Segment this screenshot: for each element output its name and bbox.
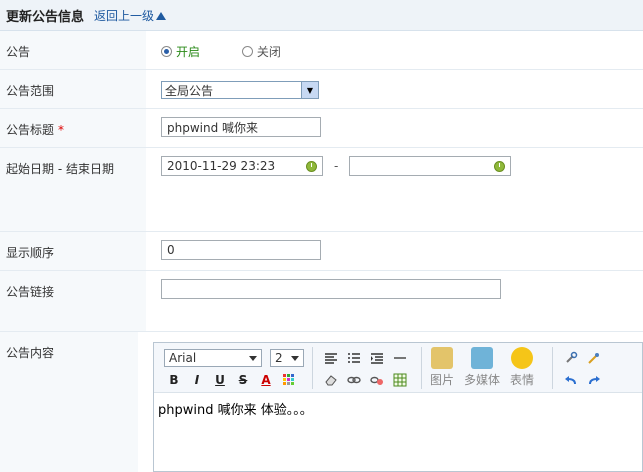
font-color-button[interactable]: A bbox=[256, 371, 276, 389]
link-label: 公告链接 bbox=[0, 271, 146, 331]
toolbar-divider bbox=[421, 347, 422, 389]
link-input[interactable] bbox=[161, 279, 501, 299]
size-select[interactable]: 2 bbox=[270, 349, 304, 367]
start-date-input[interactable]: 2010-11-29 23:23 bbox=[161, 156, 323, 176]
background-color-icon[interactable] bbox=[279, 371, 299, 389]
editor-content[interactable]: phpwind 喊你来 体验。。。 bbox=[154, 393, 642, 424]
clock-icon[interactable] bbox=[306, 160, 317, 172]
page-header: 更新公告信息 返回上一级 bbox=[0, 0, 643, 31]
radio-off-dot[interactable] bbox=[241, 46, 253, 57]
clock-icon[interactable] bbox=[494, 160, 506, 172]
page-title: 更新公告信息 bbox=[6, 9, 85, 25]
horizontal-rule-icon[interactable] bbox=[390, 349, 410, 367]
order-label: 显示顺序 bbox=[0, 232, 146, 270]
row-dates: 起始日期 - 结束日期 2010-11-29 23:23 - bbox=[0, 148, 643, 232]
radio-on-label: 开启 bbox=[176, 45, 201, 59]
chevron-down-icon[interactable]: ▼ bbox=[301, 82, 318, 98]
radio-off[interactable]: 关闭 bbox=[241, 43, 281, 60]
settings-icon[interactable] bbox=[561, 349, 581, 367]
insert-emoji-button[interactable]: 表情 bbox=[510, 347, 534, 392]
title-label: 公告标题 * bbox=[0, 109, 146, 147]
back-link-label: 返回上一级 bbox=[94, 8, 155, 23]
dates-field: 2010-11-29 23:23 - bbox=[146, 148, 643, 231]
font-value: Arial bbox=[169, 351, 197, 365]
row-status: 公告 开启 关闭 bbox=[0, 31, 643, 70]
redo-icon[interactable] bbox=[584, 371, 604, 389]
emoji-label: 表情 bbox=[510, 373, 535, 387]
order-input[interactable]: 0 bbox=[161, 240, 321, 260]
insert-media-button[interactable]: 多媒体 bbox=[464, 347, 500, 392]
date-separator: - bbox=[334, 158, 339, 173]
radio-off-label: 关闭 bbox=[256, 45, 281, 59]
scope-field: 全局公告 ▼ bbox=[146, 70, 643, 108]
format-group: Arial 2 B I U S A bbox=[164, 347, 304, 392]
rich-text-editor: Arial 2 B I U S A 图片 多媒体 表情 phpwind 喊你来 … bbox=[153, 342, 643, 472]
tools-icon[interactable] bbox=[584, 349, 604, 367]
strike-button[interactable]: S bbox=[233, 371, 253, 389]
start-date-value: 2010-11-29 23:23 bbox=[167, 159, 276, 173]
misc-group bbox=[561, 347, 607, 392]
title-label-text: 公告标题 bbox=[6, 123, 55, 137]
editor-toolbar: Arial 2 B I U S A 图片 多媒体 表情 bbox=[154, 343, 642, 393]
toolbar-divider bbox=[312, 347, 313, 389]
content-label: 公告内容 bbox=[0, 332, 138, 472]
row-scope: 公告范围 全局公告 ▼ bbox=[0, 70, 643, 109]
smiley-icon bbox=[511, 347, 534, 369]
row-title: 公告标题 * phpwind 喊你来 bbox=[0, 109, 643, 148]
dates-label: 起始日期 - 结束日期 bbox=[0, 148, 146, 231]
bold-button[interactable]: B bbox=[164, 371, 184, 389]
image-label: 图片 bbox=[430, 373, 455, 387]
title-field: phpwind 喊你来 bbox=[146, 109, 643, 147]
link-field bbox=[146, 271, 643, 331]
title-input[interactable]: phpwind 喊你来 bbox=[161, 117, 321, 137]
content-field: Arial 2 B I U S A 图片 多媒体 表情 phpwind 喊你来 … bbox=[138, 332, 643, 472]
scope-select-value: 全局公告 bbox=[165, 83, 214, 98]
radio-on[interactable]: 开启 bbox=[161, 43, 200, 60]
paragraph-group bbox=[321, 347, 413, 392]
eraser-icon[interactable] bbox=[321, 371, 341, 389]
radio-on-dot[interactable] bbox=[161, 46, 172, 57]
status-label: 公告 bbox=[0, 31, 146, 69]
scope-select[interactable]: 全局公告 ▼ bbox=[161, 81, 319, 99]
font-select[interactable]: Arial bbox=[164, 349, 262, 367]
insert-image-button[interactable]: 图片 bbox=[430, 347, 454, 392]
row-link: 公告链接 bbox=[0, 271, 643, 332]
undo-icon[interactable] bbox=[561, 371, 581, 389]
media-label: 多媒体 bbox=[464, 373, 501, 387]
underline-button[interactable]: U bbox=[210, 371, 230, 389]
end-date-input[interactable] bbox=[349, 156, 512, 176]
image-icon bbox=[431, 347, 453, 369]
scope-label: 公告范围 bbox=[0, 70, 146, 108]
status-field: 开启 关闭 bbox=[146, 31, 643, 69]
align-left-icon[interactable] bbox=[321, 349, 341, 367]
link-icon[interactable] bbox=[344, 371, 364, 389]
size-value: 2 bbox=[275, 351, 283, 365]
toolbar-divider bbox=[552, 347, 554, 389]
back-link[interactable]: 返回上一级 bbox=[94, 7, 167, 24]
order-field: 0 bbox=[146, 232, 643, 270]
media-icon bbox=[471, 347, 494, 369]
caret-down-icon bbox=[291, 355, 299, 361]
up-arrow-icon bbox=[156, 12, 167, 20]
required-mark: * bbox=[58, 123, 65, 137]
ordered-list-icon[interactable] bbox=[344, 349, 364, 367]
caret-down-icon bbox=[249, 355, 257, 361]
row-content: 公告内容 Arial 2 B I U S A 图片 多媒体 表情 phpwind… bbox=[0, 332, 643, 472]
row-order: 显示顺序 0 bbox=[0, 232, 643, 271]
unlink-icon[interactable] bbox=[367, 371, 387, 389]
indent-icon[interactable] bbox=[367, 349, 387, 367]
italic-button[interactable]: I bbox=[187, 371, 207, 389]
table-icon[interactable] bbox=[390, 371, 410, 389]
